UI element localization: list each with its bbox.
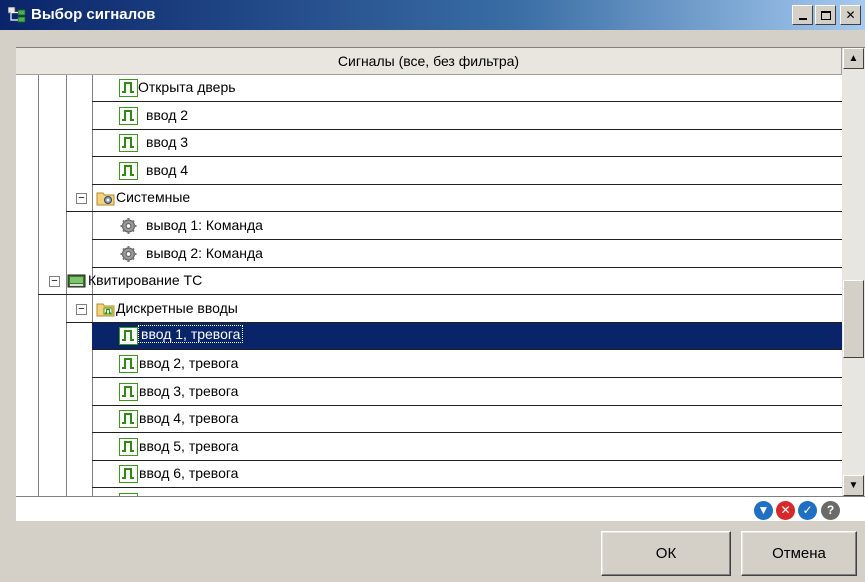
tree-row-label: Системные xyxy=(116,189,191,206)
digital-signal-icon xyxy=(119,327,138,346)
tree-row-label: ввод 2, тревога xyxy=(139,355,239,371)
close-icon: ✕ xyxy=(845,8,856,22)
scroll-up-button[interactable]: ▲ xyxy=(843,48,864,69)
vertical-scrollbar[interactable]: ▲ ▼ xyxy=(842,48,865,497)
digital-signal-icon xyxy=(119,355,138,373)
scroll-down-button[interactable]: ▼ xyxy=(843,475,864,496)
tree-row-label: ввод 2 xyxy=(146,106,189,123)
collapse-toggle[interactable]: − xyxy=(76,303,87,315)
system-folder-icon xyxy=(96,189,115,207)
scroll-thumb[interactable] xyxy=(843,280,864,358)
tree-row-label: ввод 3, тревога xyxy=(139,382,239,399)
digital-signal-icon xyxy=(119,437,138,456)
digital-signal-icon xyxy=(119,79,138,97)
tree-row[interactable]: вывод 1: Команда xyxy=(92,213,842,240)
collapse-toggle[interactable]: − xyxy=(49,276,60,288)
signal-selection-dialog: Выбор сигналов ✕ Сигналы (все, без фильт… xyxy=(0,0,865,582)
digital-signal-icon xyxy=(119,410,138,429)
tree-row[interactable]: ввод 2, тревога xyxy=(92,351,842,378)
tree-row[interactable]: ввод 4, тревога xyxy=(92,406,842,434)
tree-row[interactable]: − Квитирование ТС xyxy=(38,268,842,296)
clear-icon[interactable]: ✕ xyxy=(776,501,795,520)
device-icon xyxy=(67,272,86,290)
signals-app-icon xyxy=(8,7,26,23)
tree-row-label: ввод 4 xyxy=(146,161,189,178)
gear-icon xyxy=(119,245,138,263)
tree-row[interactable]: ввод 2 xyxy=(92,103,842,130)
tree-row[interactable]: ввод 6, тревога xyxy=(92,461,842,489)
tree-row-label: ввод 6, тревога xyxy=(139,465,239,482)
apply-icon[interactable]: ✓ xyxy=(798,501,817,520)
digital-signal-icon xyxy=(119,106,138,125)
filter-bar: ▼ ✕ ✓? xyxy=(16,496,865,522)
tree-row[interactable]: ввод 3 xyxy=(92,130,842,158)
tree-column-header[interactable]: Сигналы (все, без фильтра) xyxy=(16,48,842,75)
filter-icon[interactable]: ▼ xyxy=(754,501,773,520)
signal-tree[interactable]: Сигналы (все, без фильтра) Открыта дверь… xyxy=(16,47,865,497)
arrow-down-icon: ▼ xyxy=(848,480,859,491)
maximize-button[interactable] xyxy=(815,5,836,25)
tree-row[interactable]: − Дискретные вводы xyxy=(66,296,842,323)
tree-row-label: вывод 2: Команда xyxy=(146,244,263,261)
ok-button-label: ОК xyxy=(655,545,677,562)
tree-row-label: Квитирование ТС xyxy=(88,272,203,289)
digital-signal-icon xyxy=(119,465,138,484)
tree-row[interactable]: ввод 3, тревога xyxy=(92,379,842,406)
tree-row-label: Открыта дверь xyxy=(138,79,236,95)
arrow-up-icon: ▲ xyxy=(848,53,859,64)
tree-row-label: вывод 1: Команда xyxy=(146,217,263,233)
minimize-button[interactable] xyxy=(792,5,813,25)
digital-signal-icon xyxy=(119,161,138,180)
tree-row-label: ввод 5, тревога xyxy=(139,437,239,454)
tree-row-label: ввод 1, тревога xyxy=(137,325,244,344)
cancel-button[interactable]: Отмена xyxy=(741,531,857,576)
close-button[interactable]: ✕ xyxy=(840,5,861,25)
folder-icon xyxy=(96,300,115,318)
tree-row-label: ввод 3 xyxy=(146,134,189,151)
gear-icon xyxy=(119,217,138,235)
maximize-icon xyxy=(820,10,831,20)
digital-signal-icon xyxy=(119,382,138,401)
tree-row[interactable]: ввод 1, тревога xyxy=(92,323,842,351)
tree-row[interactable]: ввод 5, тревога xyxy=(92,434,842,461)
tree-row-label: ввод 4, тревога xyxy=(139,410,239,427)
tree-row[interactable]: Открыта дверь xyxy=(92,75,842,102)
help-icon[interactable]: ? xyxy=(821,501,840,520)
digital-signal-icon xyxy=(119,134,138,153)
tree-row-label: Дискретные вводы xyxy=(116,299,238,316)
filter-input[interactable] xyxy=(18,499,738,519)
title-bar[interactable]: Выбор сигналов ✕ xyxy=(0,0,865,30)
minimize-icon xyxy=(798,18,807,20)
cancel-button-label: Отмена xyxy=(772,545,826,562)
tree-row[interactable]: − Системные xyxy=(66,185,842,213)
ok-button[interactable]: ОК xyxy=(601,531,731,576)
window-title: Выбор сигналов xyxy=(31,6,156,23)
collapse-toggle[interactable]: − xyxy=(76,193,87,205)
tree-row[interactable]: ввод 4 xyxy=(92,158,842,185)
tree-row[interactable]: вывод 2: Команда xyxy=(92,241,842,268)
